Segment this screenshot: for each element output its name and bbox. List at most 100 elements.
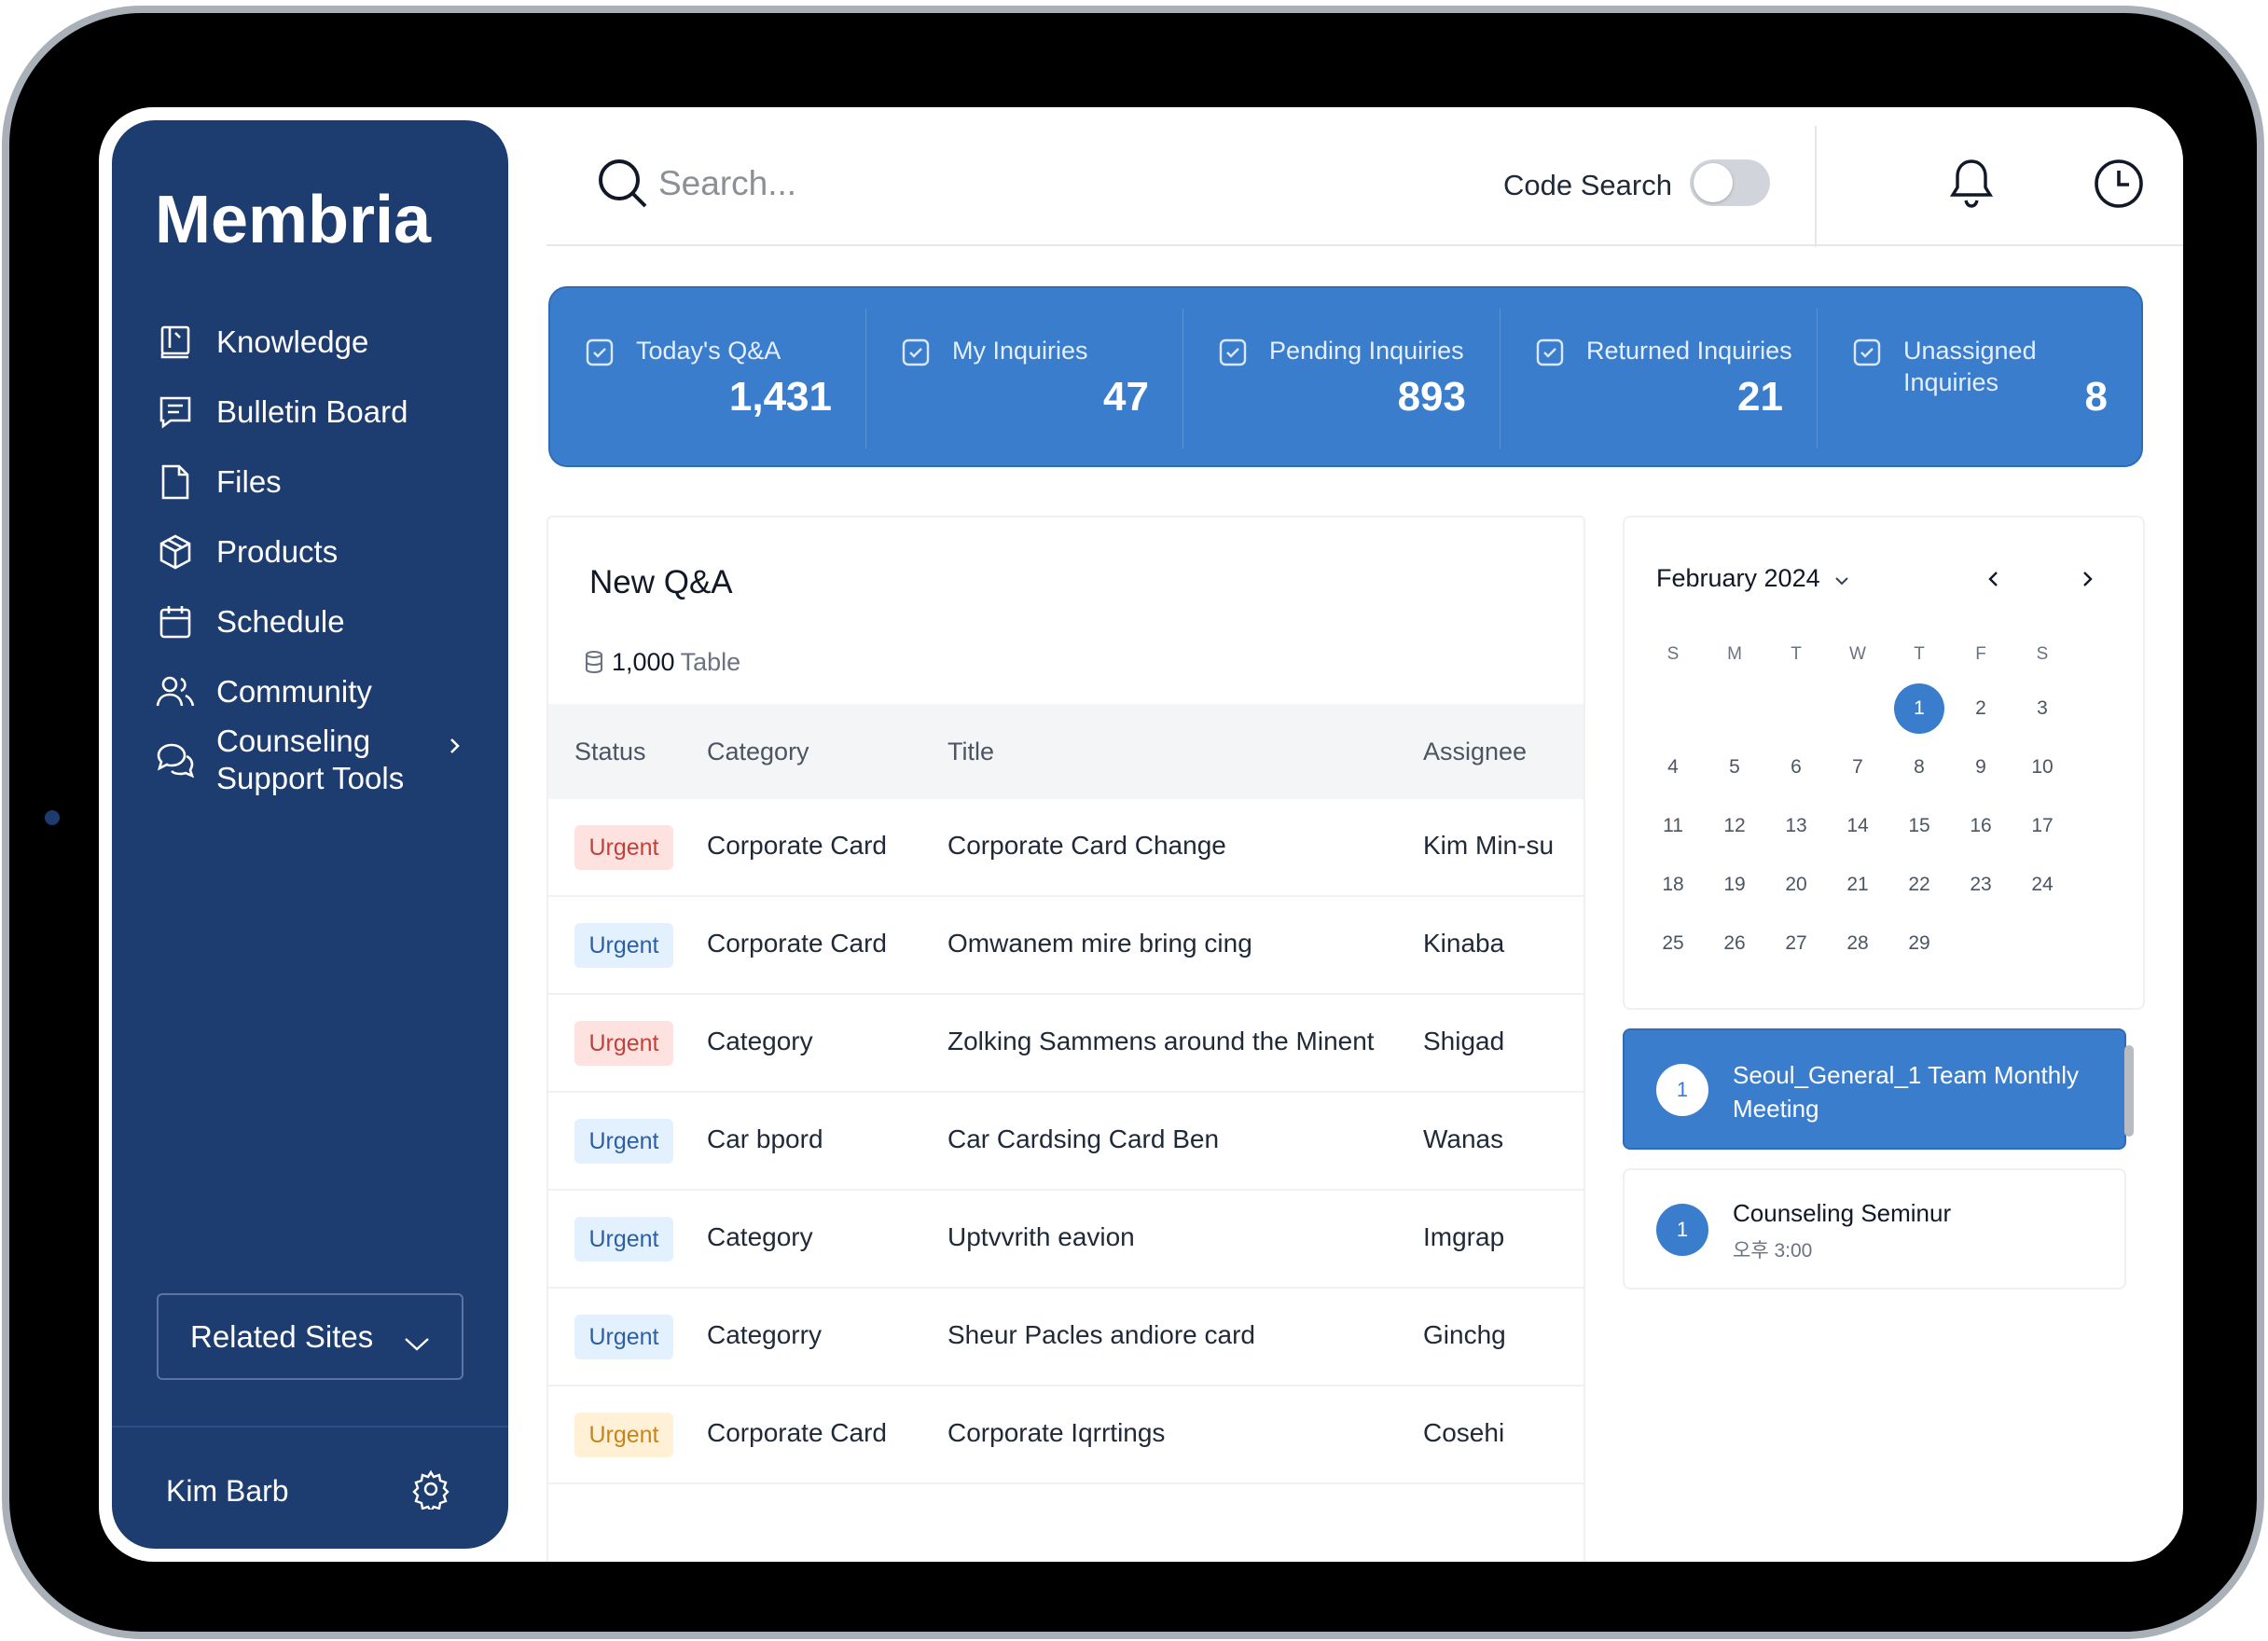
- sidebar-item-products[interactable]: Products: [155, 515, 472, 589]
- calendar-day[interactable]: 15: [1894, 801, 1944, 851]
- calendar-day[interactable]: 11: [1648, 801, 1698, 851]
- sidebar-item-label: Schedule: [216, 604, 345, 639]
- document-icon: [900, 337, 933, 370]
- stat-label: Pending Inquiries: [1269, 337, 1464, 365]
- title-cell: Uptvvrith eavion: [947, 1222, 1135, 1251]
- chevron-right-icon[interactable]: [2074, 566, 2100, 592]
- weekday-label: T: [1791, 644, 1802, 664]
- gear-icon[interactable]: [410, 1469, 451, 1514]
- event-item[interactable]: 1 Counseling Seminur 오후 3:00: [1623, 1168, 2126, 1289]
- calendar-day[interactable]: 16: [1956, 801, 2006, 851]
- calendar-month-label: February 2024: [1656, 564, 1820, 592]
- top-bar: Code Search: [546, 107, 2183, 247]
- event-time: 오후 3:00: [1733, 1240, 1813, 1262]
- calendar-day-selected[interactable]: 1: [1894, 683, 1944, 734]
- book-icon: [155, 322, 196, 363]
- sidebar-item-label: Counseling Support Tools: [216, 724, 405, 795]
- stat-value: 1,431: [728, 374, 832, 420]
- column-header-category[interactable]: Category: [707, 738, 809, 766]
- chevron-left-icon[interactable]: [1981, 566, 2007, 592]
- related-sites-dropdown[interactable]: Related Sites: [157, 1293, 463, 1380]
- code-search-toggle[interactable]: [1690, 159, 1770, 206]
- calendar-day[interactable]: 3: [2017, 683, 2067, 734]
- stat-todays-qa[interactable]: Today's Q&A 1,431: [550, 288, 865, 465]
- calendar-day[interactable]: 22: [1894, 860, 1944, 910]
- weekday-label: W: [1849, 644, 1866, 664]
- stat-value: 21: [1737, 374, 1783, 420]
- calendar-day[interactable]: 29: [1894, 918, 1944, 969]
- section-title: New Q&A: [589, 564, 733, 600]
- status-badge: Urgent: [574, 1413, 673, 1457]
- calendar-day[interactable]: 10: [2017, 742, 2067, 793]
- calendar-day[interactable]: 24: [2017, 860, 2067, 910]
- assignee-cell: Wanas: [1423, 1124, 1504, 1153]
- calendar-day[interactable]: 28: [1832, 918, 1883, 969]
- stat-pending-inquiries[interactable]: Pending Inquiries 893: [1183, 288, 1500, 465]
- sidebar-item-files[interactable]: Files: [155, 445, 472, 519]
- calendar-day[interactable]: 12: [1709, 801, 1760, 851]
- clock-icon[interactable]: [2091, 156, 2147, 212]
- column-header-title[interactable]: Title: [947, 738, 994, 766]
- calendar-day[interactable]: 13: [1771, 801, 1821, 851]
- calendar-day[interactable]: 26: [1709, 918, 1760, 969]
- table-row[interactable]: Urgent Categorry Sheur Pacles andiore ca…: [548, 1289, 1583, 1386]
- calendar-day[interactable]: 2: [1956, 683, 2006, 734]
- event-count-badge: 1: [1656, 1204, 1708, 1256]
- stat-my-inquiries[interactable]: My Inquiries 47: [866, 288, 1182, 465]
- stat-unassigned-inquiries[interactable]: Unassigned Inquiries 8: [1818, 288, 2141, 465]
- status-badge: Urgent: [574, 1217, 673, 1262]
- title-cell: Sheur Pacles andiore card: [947, 1320, 1255, 1349]
- weekday-label: T: [1914, 644, 1925, 664]
- assignee-cell: Shigad: [1423, 1027, 1505, 1055]
- calendar-day[interactable]: 7: [1832, 742, 1883, 793]
- assignee-cell: Ginchg: [1423, 1320, 1506, 1349]
- sidebar-divider: [112, 1426, 508, 1427]
- calendar-day[interactable]: 9: [1956, 742, 2006, 793]
- document-icon: [584, 337, 617, 370]
- table-row[interactable]: Urgent Corporate Card Corporate Iqrrting…: [548, 1386, 1583, 1484]
- category-cell: Category: [707, 1222, 813, 1251]
- calendar-day[interactable]: 18: [1648, 860, 1698, 910]
- sidebar-item-counseling-support-tools[interactable]: Counseling Support Tools: [155, 713, 472, 807]
- title-cell: Corporate Iqrrtings: [947, 1418, 1166, 1447]
- calendar-day[interactable]: 17: [2017, 801, 2067, 851]
- calendar-day[interactable]: 14: [1832, 801, 1883, 851]
- user-name: Kim Barb: [166, 1474, 289, 1508]
- table-row[interactable]: Urgent Corporate Card Corporate Card Cha…: [548, 799, 1583, 897]
- stat-returned-inquiries[interactable]: Returned Inquiries 21: [1500, 288, 1817, 465]
- calendar-month-selector[interactable]: February 2024: [1656, 564, 1850, 593]
- category-cell: Categorry: [707, 1320, 822, 1349]
- table-row[interactable]: Urgent Car bpord Car Cardsing Card Ben W…: [548, 1093, 1583, 1191]
- calendar-day[interactable]: 23: [1956, 860, 2006, 910]
- sidebar-item-knowledge[interactable]: Knowledge: [155, 305, 472, 379]
- search-icon[interactable]: [595, 156, 651, 212]
- calendar-day[interactable]: 6: [1771, 742, 1821, 793]
- table-row[interactable]: Urgent Corporate Card Omwanem mire bring…: [548, 897, 1583, 995]
- calendar-day[interactable]: 27: [1771, 918, 1821, 969]
- sidebar-item-bulletin-board[interactable]: Bulletin Board: [155, 375, 472, 449]
- calendar-day[interactable]: 4: [1648, 742, 1698, 793]
- column-header-assignee[interactable]: Assignee: [1423, 738, 1527, 766]
- table-row[interactable]: Urgent Category Zolking Sammens around t…: [548, 995, 1583, 1093]
- event-item[interactable]: 1 Seoul_General_1 Team Monthly Meeting: [1623, 1028, 2126, 1150]
- stat-value: 47: [1103, 374, 1149, 420]
- calendar-day[interactable]: 21: [1832, 860, 1883, 910]
- bell-icon[interactable]: [1945, 156, 1998, 212]
- search-input[interactable]: [658, 154, 1125, 214]
- column-header-status[interactable]: Status: [574, 738, 646, 766]
- table-row[interactable]: Urgent Category Uptvvrith eavion Imgrap: [548, 1191, 1583, 1289]
- calendar-day[interactable]: 25: [1648, 918, 1698, 969]
- calendar-day[interactable]: 19: [1709, 860, 1760, 910]
- calendar-day[interactable]: 20: [1771, 860, 1821, 910]
- brand-logo: Membria: [155, 183, 432, 257]
- calendar-day[interactable]: 5: [1709, 742, 1760, 793]
- record-count-unit: Table: [680, 648, 741, 676]
- weekday-label: S: [1666, 644, 1680, 664]
- stat-label: Returned Inquiries: [1586, 337, 1792, 365]
- sidebar-item-schedule[interactable]: Schedule: [155, 585, 472, 659]
- events-scrollbar[interactable]: [2124, 1045, 2134, 1137]
- calendar-day[interactable]: 8: [1894, 742, 1944, 793]
- status-badge: Urgent: [574, 1119, 673, 1164]
- event-title: Counseling Seminur: [1733, 1199, 1952, 1227]
- assignee-cell: Imgrap: [1423, 1222, 1505, 1251]
